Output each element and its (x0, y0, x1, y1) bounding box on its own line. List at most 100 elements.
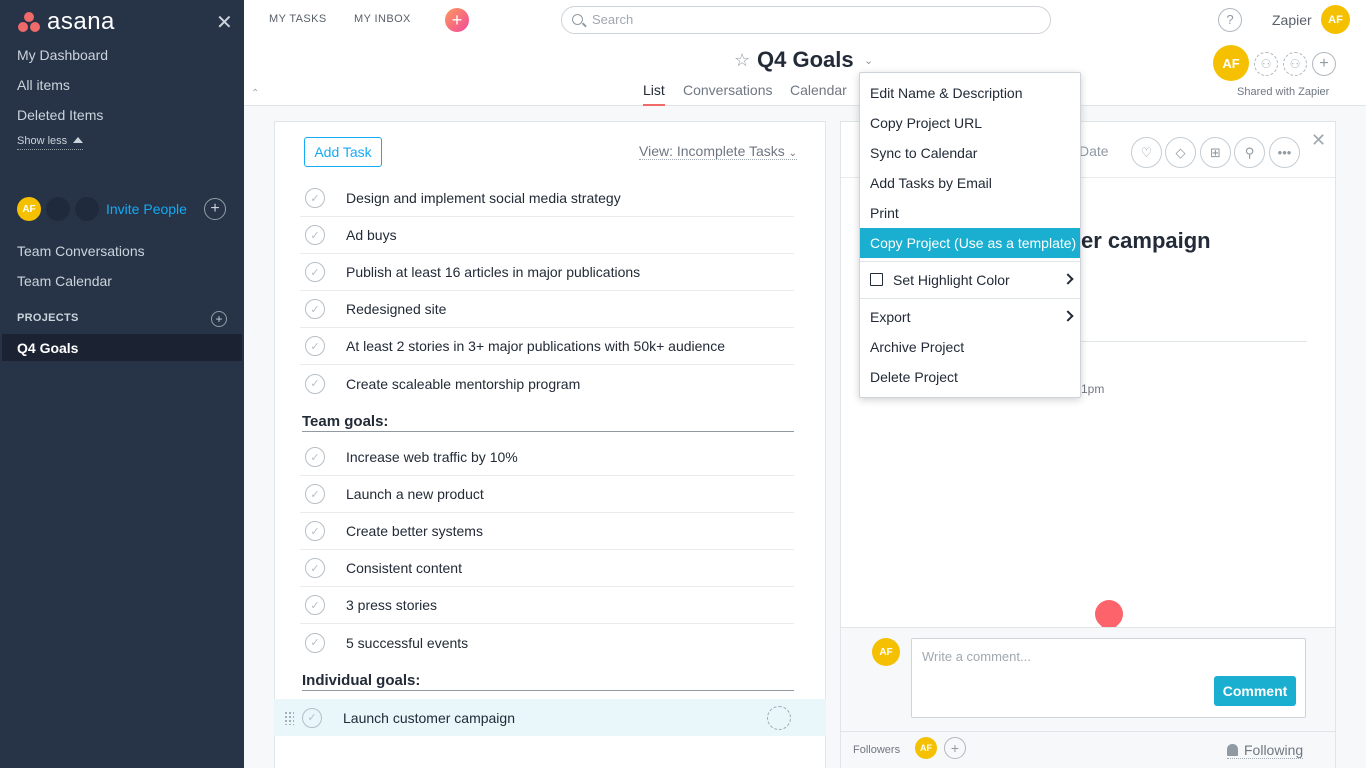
menu-item-edit-name[interactable]: Edit Name & Description (860, 78, 1080, 108)
task-row[interactable]: ✓ Design and implement social media strat… (300, 180, 794, 217)
task-row[interactable]: ✓ 5 successful events (300, 624, 794, 661)
comment-button[interactable]: Comment (1214, 676, 1296, 706)
task-name[interactable]: 3 press stories (346, 597, 437, 613)
task-row[interactable]: ✓ Ad buys (300, 217, 794, 254)
task-name[interactable]: Launch customer campaign (343, 710, 515, 726)
complete-check-icon[interactable]: ✓ (305, 373, 325, 394)
complete-check-icon[interactable]: ✓ (302, 707, 322, 728)
sidebar-item-team-calendar[interactable]: Team Calendar (17, 273, 112, 289)
assignee-icon[interactable] (767, 705, 791, 730)
complete-check-icon[interactable]: ✓ (305, 484, 325, 504)
menu-item-export[interactable]: Export (860, 302, 1080, 332)
heart-icon[interactable]: ♡ (1131, 137, 1162, 168)
avatar-placeholder (75, 197, 99, 221)
task-name[interactable]: Publish at least 16 articles in major pu… (346, 264, 640, 280)
page-title: Q4 Goals (757, 47, 854, 72)
task-title[interactable]: er campaign (1081, 228, 1211, 254)
task-row[interactable]: ✓ Consistent content (300, 550, 794, 587)
team-members: AF Invite People (17, 197, 187, 221)
task-name[interactable]: Redesigned site (346, 301, 446, 317)
sidebar-item-deleted-items[interactable]: Deleted Items (17, 107, 103, 123)
org-name[interactable]: Zapier (1272, 12, 1312, 28)
add-task-button[interactable]: Add Task (304, 137, 382, 167)
task-name[interactable]: Ad buys (346, 227, 397, 243)
task-row[interactable]: ✓ 3 press stories (300, 587, 794, 624)
menu-item-archive[interactable]: Archive Project (860, 332, 1080, 362)
section-header-team-goals[interactable]: Team goals: (302, 413, 794, 432)
sidebar-item-team-conversations[interactable]: Team Conversations (17, 243, 145, 259)
empty-member-icon[interactable]: ⚇ (1283, 52, 1307, 76)
complete-check-icon[interactable]: ✓ (305, 595, 325, 615)
task-row[interactable]: ✓ Publish at least 16 articles in major p… (300, 254, 794, 291)
task-row[interactable]: ✓ Redesigned site (300, 291, 794, 328)
task-name[interactable]: Design and implement social media strate… (346, 190, 621, 206)
tab-calendar[interactable]: Calendar (790, 82, 847, 104)
search-input[interactable]: Search (561, 6, 1051, 34)
menu-item-highlight-color[interactable]: Set Highlight Color (860, 265, 1080, 295)
add-member-button[interactable]: + (1312, 52, 1336, 76)
menu-item-delete[interactable]: Delete Project (860, 362, 1080, 392)
section-header-individual-goals[interactable]: Individual goals: (302, 672, 794, 691)
invite-people-link[interactable]: Invite People (106, 201, 187, 217)
task-name[interactable]: Increase web traffic by 10% (346, 449, 518, 465)
project-member-avatar[interactable]: AF (1213, 45, 1249, 81)
add-project-icon[interactable]: + (211, 311, 227, 327)
empty-member-icon[interactable]: ⚇ (1254, 52, 1278, 76)
menu-item-print[interactable]: Print (860, 198, 1080, 228)
complete-check-icon[interactable]: ✓ (305, 447, 325, 467)
task-name[interactable]: At least 2 stories in 3+ major publicati… (346, 338, 725, 354)
complete-check-icon[interactable]: ✓ (305, 262, 325, 282)
tag-icon[interactable]: ◇ (1165, 137, 1196, 168)
following-toggle[interactable]: Following (1227, 742, 1304, 759)
more-options-icon[interactable]: ••• (1269, 137, 1300, 168)
task-row[interactable]: ✓ Create scaleable mentorship program (300, 365, 794, 402)
drag-handle-icon[interactable] (284, 710, 294, 725)
complete-check-icon[interactable]: ✓ (305, 632, 325, 653)
attachment-icon[interactable]: ⚲ (1234, 137, 1265, 168)
follower-avatar[interactable]: AF (915, 737, 937, 759)
star-icon[interactable]: ☆ (734, 50, 750, 71)
task-row[interactable]: ✓ Create better systems (300, 513, 794, 550)
complete-check-icon[interactable]: ✓ (305, 299, 325, 319)
show-less-toggle[interactable]: Show less (17, 135, 84, 150)
collapse-icon[interactable]: ⌃ (251, 88, 259, 99)
tab-conversations[interactable]: Conversations (683, 82, 773, 104)
menu-item-sync-calendar[interactable]: Sync to Calendar (860, 138, 1080, 168)
complete-check-icon[interactable]: ✓ (305, 521, 325, 541)
task-name[interactable]: Create better systems (346, 523, 483, 539)
asana-logo[interactable]: asana (17, 8, 115, 36)
menu-item-add-tasks-email[interactable]: Add Tasks by Email (860, 168, 1080, 198)
complete-check-icon[interactable]: ✓ (305, 188, 325, 208)
subtask-icon[interactable]: ⊞ (1200, 137, 1231, 168)
task-row[interactable]: ✓ Increase web traffic by 10% (300, 439, 794, 476)
tab-list[interactable]: List (643, 82, 665, 106)
close-sidebar-icon[interactable]: ✕ (216, 10, 233, 35)
complete-check-icon[interactable]: ✓ (305, 558, 325, 578)
quick-add-button[interactable]: + (445, 8, 469, 32)
user-avatar[interactable]: AF (1321, 5, 1350, 34)
my-tasks-link[interactable]: MY TASKS (269, 13, 327, 25)
close-detail-icon[interactable]: ✕ (1311, 130, 1326, 151)
complete-check-icon[interactable]: ✓ (305, 225, 325, 245)
task-row[interactable]: ✓ At least 2 stories in 3+ major publicat… (300, 328, 794, 365)
task-row[interactable]: ✓ Launch a new product (300, 476, 794, 513)
task-row-selected[interactable]: ✓ Launch customer campaign (274, 699, 826, 736)
task-name[interactable]: 5 successful events (346, 635, 468, 651)
my-inbox-link[interactable]: MY INBOX (354, 13, 411, 25)
menu-item-copy-project[interactable]: Copy Project (Use as a template) (860, 228, 1080, 258)
due-date-field[interactable]: Date (1079, 143, 1109, 159)
sidebar-item-q4-goals[interactable]: Q4 Goals (2, 334, 242, 361)
help-button[interactable]: ? (1218, 8, 1242, 32)
task-name[interactable]: Create scaleable mentorship program (346, 376, 580, 392)
menu-item-copy-url[interactable]: Copy Project URL (860, 108, 1080, 138)
add-member-icon[interactable]: + (204, 198, 226, 220)
add-follower-button[interactable]: + (944, 737, 966, 759)
view-filter-dropdown[interactable]: View: Incomplete Tasks ⌄ (639, 143, 798, 160)
complete-check-icon[interactable]: ✓ (305, 336, 325, 356)
sidebar-item-all-items[interactable]: All items (17, 77, 70, 93)
sidebar-item-my-dashboard[interactable]: My Dashboard (17, 47, 108, 63)
task-name[interactable]: Consistent content (346, 560, 462, 576)
avatar[interactable]: AF (17, 197, 41, 221)
task-name[interactable]: Launch a new product (346, 486, 484, 502)
chevron-down-icon[interactable]: ⌄ (864, 54, 873, 67)
